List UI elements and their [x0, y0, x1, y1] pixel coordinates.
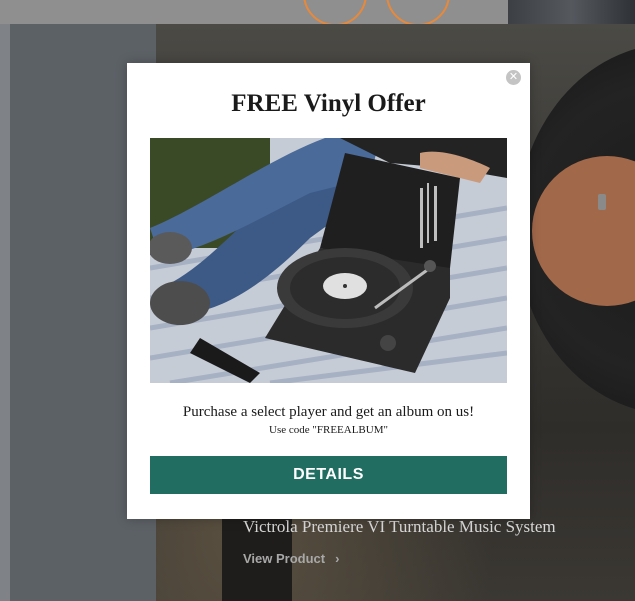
promo-code-text: Use code "FREEALBUM" — [269, 424, 388, 436]
product-title[interactable]: Victrola Premiere VI Turntable Music Sys… — [243, 517, 556, 537]
top-image-strip — [508, 0, 635, 24]
record-spindle — [598, 194, 606, 210]
close-icon[interactable]: ✕ — [506, 70, 521, 85]
view-product-label: View Product — [243, 551, 326, 566]
chevron-right-icon: › — [335, 551, 340, 566]
popup-title: FREE Vinyl Offer — [231, 90, 426, 117]
view-product-link[interactable]: View Product › — [243, 551, 339, 566]
promo-image — [150, 138, 507, 383]
offer-description: Purchase a select player and get an albu… — [182, 404, 475, 420]
page-gutter — [0, 24, 10, 601]
details-button[interactable]: DETAILS — [150, 456, 507, 494]
